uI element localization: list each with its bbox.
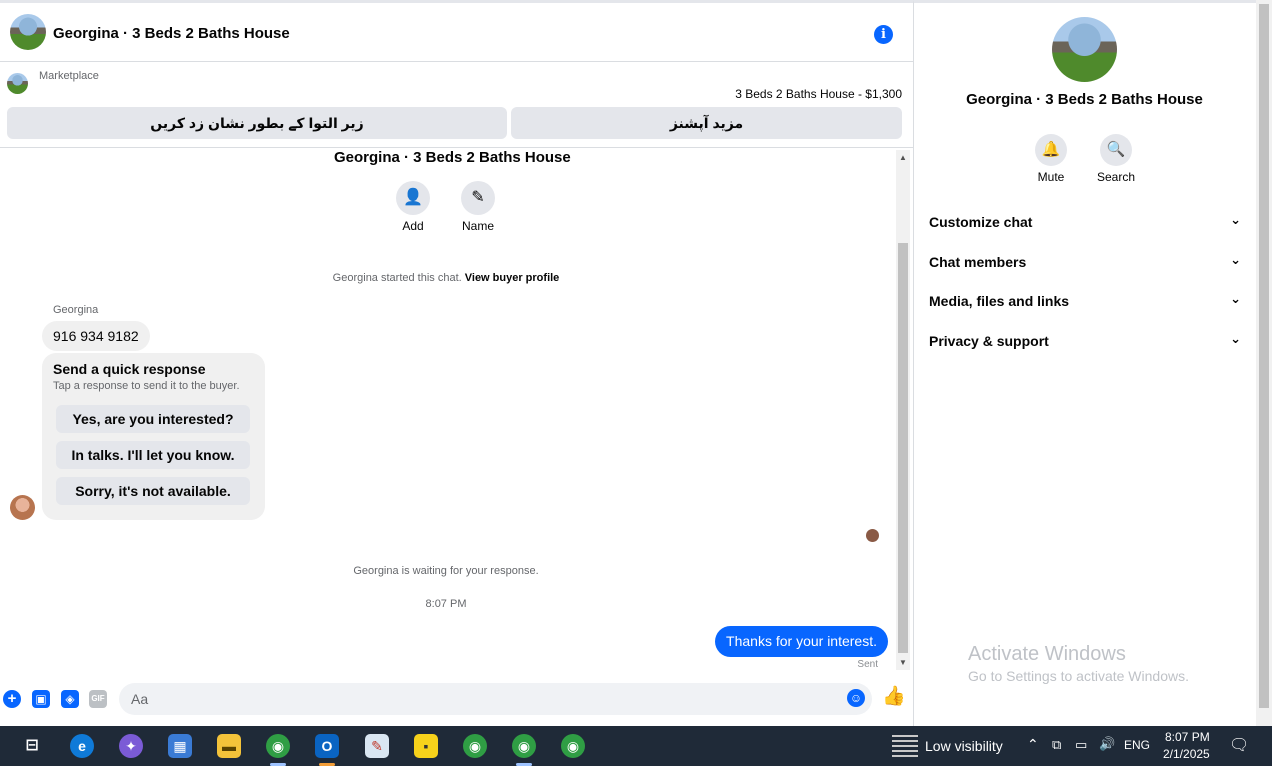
chevron-down-icon: ⌄ — [1230, 252, 1241, 267]
chat-started-notice: Georgina started this chat. View buyer p… — [0, 272, 892, 284]
outgoing-message-bubble[interactable]: Thanks for your interest. — [715, 626, 888, 657]
activate-windows-title: Activate Windows — [968, 643, 1126, 665]
chat-started-text: Georgina started this chat. — [332, 272, 462, 284]
clock-time[interactable]: 8:07 PM — [1165, 730, 1210, 744]
view-buyer-profile-link[interactable]: View buyer profile — [465, 272, 560, 284]
add-person-icon: 👤 — [403, 189, 423, 206]
photo-icon[interactable]: ▣ — [32, 690, 50, 708]
thumbs-up-icon[interactable]: 👍 — [882, 687, 906, 710]
quick-response-card: Send a quick response Tap a response to … — [42, 353, 265, 520]
window-scrollbar-thumb[interactable] — [1259, 4, 1269, 708]
message-scrollbar-thumb[interactable] — [898, 243, 908, 653]
marketplace-listing-thumbnail[interactable] — [7, 73, 28, 94]
paint-icon[interactable]: ✎ — [365, 734, 389, 758]
copilot-icon[interactable]: ✦ — [119, 734, 143, 758]
section-label: Media, files and links — [929, 293, 1070, 309]
plus-icon[interactable]: + — [3, 690, 21, 708]
activate-windows-subtitle: Go to Settings to activate Windows. — [968, 668, 1189, 684]
sticky-notes-icon[interactable]: ▪ — [414, 734, 438, 758]
quick-response-in-talks-button[interactable]: In talks. I'll let you know. — [56, 441, 250, 469]
volume-icon[interactable]: 🔊 — [1099, 736, 1115, 752]
network-icon[interactable]: ▭ — [1075, 737, 1087, 753]
incoming-message-bubble[interactable]: 916 934 9182 — [42, 321, 150, 351]
chevron-down-icon: ⌄ — [1230, 212, 1241, 227]
conversation-title: Georgina · 3 Beds 2 Baths House — [334, 149, 571, 166]
message-input[interactable] — [119, 683, 872, 715]
chat-avatar[interactable] — [10, 14, 46, 50]
panel-title: Georgina · 3 Beds 2 Baths House — [966, 91, 1203, 108]
search-label: Search — [1096, 170, 1136, 184]
profile-avatar[interactable] — [1052, 17, 1117, 82]
weather-text[interactable]: Low visibility — [925, 738, 1003, 754]
quick-response-subtitle: Tap a response to send it to the buyer. — [53, 380, 240, 392]
chrome-icon[interactable]: ◉ — [266, 734, 290, 758]
emoji-icon[interactable]: ☺ — [847, 689, 865, 707]
quick-response-title: Send a quick response — [53, 361, 206, 377]
more-options-button[interactable]: مزید آپشنز — [511, 107, 902, 139]
waiting-notice: Georgina is waiting for your response. — [353, 565, 539, 577]
task-view-icon[interactable]: ⊟ — [20, 734, 44, 758]
sender-avatar[interactable] — [10, 495, 35, 520]
message-timestamp: 8:07 PM — [425, 598, 467, 610]
name-button[interactable]: ✎ — [461, 181, 495, 215]
chat-members-section[interactable]: Chat members ⌄ — [929, 252, 1241, 270]
read-receipt-avatar — [866, 529, 879, 542]
quick-response-not-available-button[interactable]: Sorry, it's not available. — [56, 477, 250, 505]
mute-button[interactable]: 🔔 — [1035, 134, 1067, 166]
sticker-icon[interactable]: ◈ — [61, 690, 79, 708]
listing-title-price[interactable]: 3 Beds 2 Baths House - $1,300 — [735, 87, 902, 101]
taskbar: ⊟ e ✦ ▦ ▬ ◉ O ✎ ▪ ◉ ◉ ◉ Low visibility ⌃… — [0, 726, 1272, 766]
search-icon: 🔍 — [1106, 141, 1126, 158]
gif-icon[interactable]: GIF — [89, 690, 107, 708]
chrome-profile-icon[interactable]: ◉ — [463, 734, 487, 758]
scroll-up-arrow-icon[interactable]: ▲ — [899, 153, 907, 162]
customize-chat-section[interactable]: Customize chat ⌄ — [929, 212, 1241, 230]
info-icon[interactable]: i — [874, 25, 893, 44]
edge-icon[interactable]: e — [70, 734, 94, 758]
sender-name: Georgina — [53, 304, 99, 316]
section-label: Privacy & support — [929, 333, 1049, 349]
store-icon[interactable]: ▦ — [168, 734, 192, 758]
chevron-down-icon: ⌄ — [1230, 331, 1241, 346]
add-person-button[interactable]: 👤 — [396, 181, 430, 215]
message-list[interactable]: Georgina · 3 Beds 2 Baths House 👤 ✎ Add … — [0, 148, 896, 675]
chat-title[interactable]: Georgina · 3 Beds 2 Baths House — [53, 25, 290, 42]
pencil-icon: ✎ — [471, 189, 485, 206]
file-explorer-icon[interactable]: ▬ — [217, 734, 241, 758]
fog-weather-icon[interactable] — [892, 735, 918, 757]
add-label: Add — [402, 219, 424, 233]
search-button[interactable]: 🔍 — [1100, 134, 1132, 166]
section-label: Customize chat — [929, 214, 1033, 230]
composer: + ▣ ◈ GIF ☺ 👍 — [0, 680, 913, 720]
chat-header: Georgina · 3 Beds 2 Baths House i — [0, 0, 913, 62]
chevron-up-icon[interactable]: ⌃ — [1027, 736, 1039, 753]
privacy-support-section[interactable]: Privacy & support ⌄ — [929, 331, 1241, 349]
chrome-profile-icon[interactable]: ◉ — [561, 734, 585, 758]
marketplace-label: Marketplace — [39, 70, 99, 82]
scroll-down-arrow-icon[interactable]: ▼ — [899, 658, 907, 667]
mute-label: Mute — [1037, 170, 1065, 184]
meet-icon[interactable]: ⧉ — [1052, 737, 1061, 753]
chevron-down-icon: ⌄ — [1230, 291, 1241, 306]
language-indicator[interactable]: ENG — [1124, 738, 1150, 752]
chrome-profile-icon[interactable]: ◉ — [512, 734, 536, 758]
quick-response-interested-button[interactable]: Yes, are you interested? — [56, 405, 250, 433]
clock-date[interactable]: 2/1/2025 — [1163, 747, 1210, 761]
name-label: Name — [461, 219, 494, 233]
section-label: Chat members — [929, 254, 1027, 270]
chat-info-panel: Georgina · 3 Beds 2 Baths House 🔔 🔍 Mute… — [913, 0, 1256, 726]
outlook-icon[interactable]: O — [315, 734, 339, 758]
media-files-links-section[interactable]: Media, files and links ⌄ — [929, 291, 1241, 309]
sent-status: Sent — [857, 659, 878, 670]
bell-icon: 🔔 — [1041, 141, 1061, 158]
mark-pending-button[interactable]: زیر التوا کے بطور نشان زد کریں — [7, 107, 507, 139]
notification-icon[interactable]: 🗨 — [1229, 735, 1249, 755]
